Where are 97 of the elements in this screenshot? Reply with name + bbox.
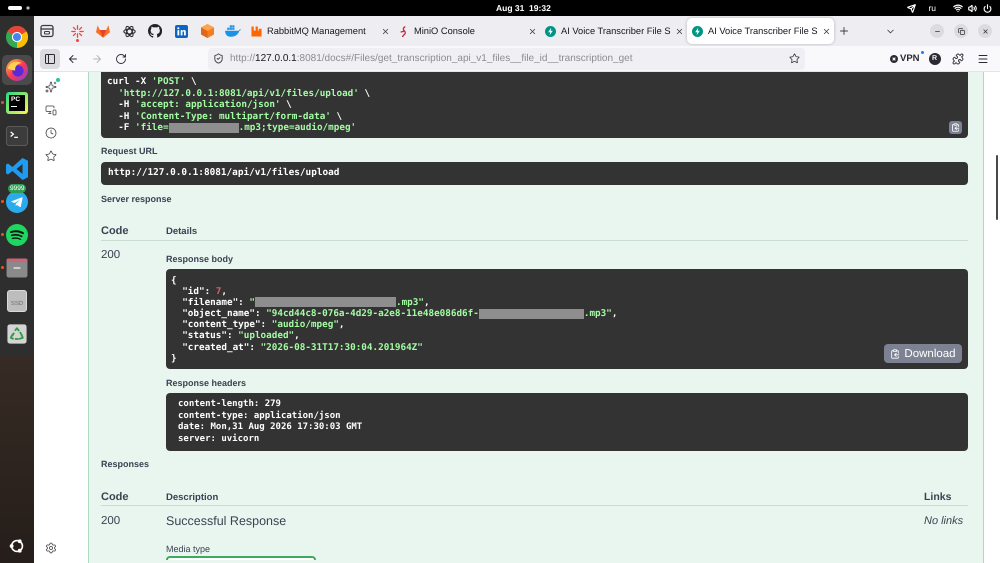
terminal-icon[interactable] — [6, 126, 28, 146]
cat-silhouette-icon[interactable] — [148, 24, 162, 38]
section-label: Server response — [101, 194, 172, 204]
lightning-disc-icon — [692, 26, 703, 36]
code-line: "content_type": "audio/mpeg", — [181, 319, 345, 330]
scrollbar-thumb — [996, 155, 998, 220]
vpn-status-icon — [890, 54, 898, 62]
browser-tab[interactable]: AI Voice Transcriber File S — [687, 18, 834, 44]
whale-icon[interactable] — [225, 25, 241, 37]
code-line: -H 'Content-Type: multipart/form-data' \ — [117, 110, 342, 122]
url-code-block: http://127.0.0.1:8081/api/v1/files/upload — [101, 162, 968, 184]
clipboard-icon — [890, 348, 900, 358]
code-line: date: Mon,31 Aug 2026 17:30:03 GMT — [178, 422, 362, 434]
status-code: 200 — [101, 514, 120, 528]
sound-arcs-icon[interactable] — [6, 224, 28, 246]
vpn-button[interactable]: VPN — [890, 52, 920, 64]
code-editor-icon[interactable] — [6, 158, 28, 180]
clock-text[interactable]: Aug 31 19:32 — [496, 0, 551, 16]
code-line: "status": "uploaded", — [181, 330, 300, 342]
paper-plane-disc-icon[interactable] — [6, 190, 28, 212]
devices-icon[interactable] — [45, 104, 57, 116]
squiggle-icon — [398, 26, 409, 36]
volume-icon[interactable] — [968, 4, 977, 12]
drawer-icon[interactable] — [6, 258, 28, 278]
paper-plane-icon[interactable] — [907, 4, 916, 12]
section-label: Response headers — [166, 378, 246, 389]
cube-icon[interactable] — [200, 24, 214, 38]
ring-dots-icon[interactable] — [9, 538, 25, 554]
column-header: Code — [101, 224, 128, 236]
restore-button[interactable] — [954, 24, 968, 38]
factory-icon — [251, 26, 262, 36]
clock-icon[interactable] — [45, 127, 57, 139]
atom-icon[interactable] — [122, 24, 136, 38]
code-text: "filename": " — [181, 296, 255, 308]
square-logo-icon[interactable] — [174, 24, 188, 38]
lightning-disc-icon — [545, 26, 556, 36]
close-icon — [982, 28, 988, 34]
status-code: 200 — [101, 248, 120, 262]
starburst-icon[interactable] — [70, 24, 84, 38]
response-description: Successful Response — [166, 514, 286, 530]
settings-icon[interactable] — [45, 542, 57, 554]
code-line: content-type: application/json — [178, 410, 341, 422]
code-line: -H 'accept: application/json' \ — [117, 99, 292, 110]
workspace-indicator-icon[interactable] — [8, 6, 30, 10]
redaction-block — [168, 122, 239, 133]
code-line: "created_at": "2026-08-31T17:30:04.201964Z" — [181, 342, 423, 353]
links-text: No links — [924, 514, 964, 528]
tricolor-circle-icon[interactable] — [6, 26, 28, 48]
copy-button[interactable] — [949, 120, 962, 134]
plus-icon[interactable] — [838, 25, 850, 37]
fox-head-icon[interactable] — [96, 24, 110, 38]
column-header: Code — [101, 491, 128, 504]
media-type-select[interactable] — [166, 556, 316, 560]
code-line: } — [171, 352, 177, 364]
power-icon[interactable] — [983, 4, 992, 12]
recycle-bin-icon[interactable] — [7, 322, 27, 344]
field-label: Media type — [166, 544, 210, 556]
keyboard-layout-indicator[interactable]: ru — [928, 0, 936, 16]
address-bar[interactable]: http://127.0.0.1:8081/docs#/Files/get_transcription_api_v1_files__file_id__transcription_get — [208, 48, 805, 70]
code-text: -F 'file= — [117, 122, 169, 134]
url-text: http://127.0.0.1:8081/docs#/Files/get_transcription_api_v1_files__file_id__transcription_get — [230, 52, 633, 64]
column-header: Description — [166, 492, 218, 504]
back-arrow-icon[interactable] — [67, 52, 79, 64]
section-label: Request URL — [101, 146, 158, 156]
reload-icon[interactable] — [115, 52, 127, 64]
download-button[interactable]: Download — [884, 344, 962, 363]
browser-tab[interactable]: AI Voice Transcriber File S — [540, 18, 687, 44]
sparkles-icon[interactable] — [45, 81, 57, 93]
code-line: { — [171, 274, 177, 286]
column-header: Details — [166, 226, 198, 236]
clipboard-icon — [951, 122, 960, 132]
browser-tab[interactable]: MiniO Console — [393, 18, 540, 44]
code-text: "object_name": "94cd44c8-076a-4d29-a2e8-11e48e086d6f- — [181, 308, 479, 320]
code-line: curl -X 'POST' \ — [107, 76, 197, 88]
code-text: .mp3", — [584, 308, 618, 320]
shield-icon[interactable] — [213, 53, 224, 64]
column-header: Links — [924, 491, 952, 504]
star-icon[interactable] — [45, 150, 57, 162]
code-line: content-length: 279 — [178, 399, 281, 410]
code-text: .mp3", — [396, 296, 430, 308]
menu-icon[interactable] — [976, 52, 989, 64]
sidebar-toggle-button[interactable] — [40, 48, 60, 68]
code-line: 'http://127.0.0.1:8081/api/v1/files/upload' \ — [117, 88, 370, 99]
restore-icon — [958, 28, 964, 34]
code-line: "id": 7, — [181, 286, 227, 297]
bookmark-star-icon[interactable] — [789, 53, 800, 64]
minimize-button[interactable] — [930, 24, 944, 38]
tray-box-icon[interactable] — [40, 24, 54, 38]
code-line: server: uvicorn — [178, 434, 260, 446]
section-label: Response body — [166, 254, 234, 264]
section-label: Responses — [101, 459, 150, 470]
browser-tab[interactable]: RabbitMQ Management — [246, 18, 393, 44]
code-text: .mp3;type=audio/mpeg' — [238, 122, 356, 134]
puzzle-icon[interactable] — [952, 52, 964, 64]
wifi-icon[interactable] — [953, 3, 963, 13]
sidebar-panel-icon — [44, 52, 56, 64]
close-window-button[interactable] — [978, 24, 992, 38]
